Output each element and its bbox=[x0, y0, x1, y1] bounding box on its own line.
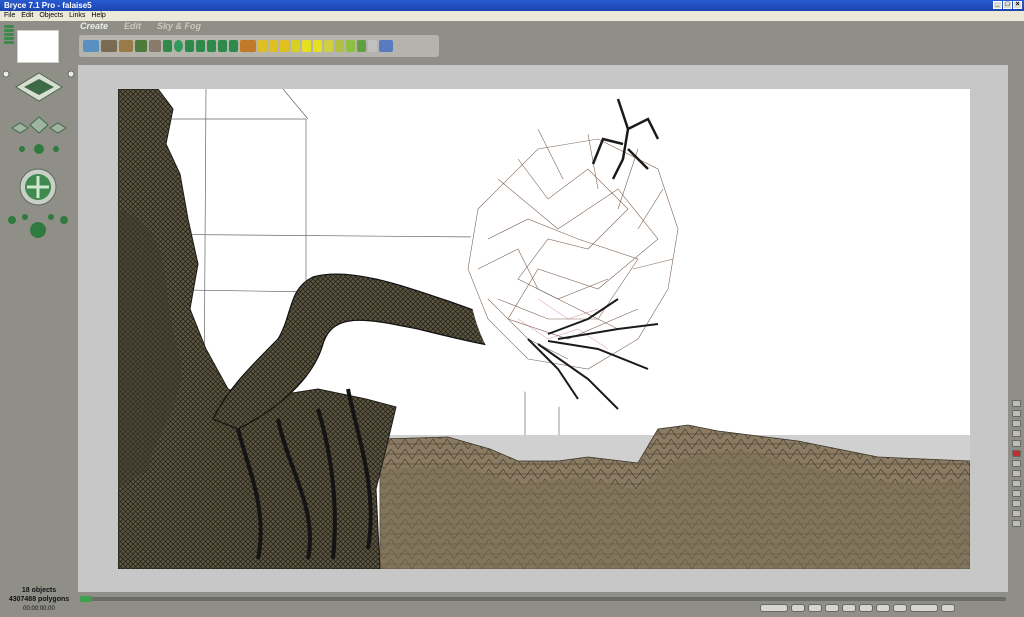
options-icon[interactable] bbox=[1011, 520, 1021, 527]
scene-render bbox=[118, 89, 970, 569]
menu-bar: File Edit Objects Links Help bbox=[0, 11, 1024, 21]
remove-key-button[interactable] bbox=[808, 604, 822, 612]
cone-light-icon[interactable] bbox=[324, 40, 333, 52]
disc-icon[interactable] bbox=[229, 40, 238, 52]
options-button[interactable] bbox=[941, 604, 955, 612]
radial-light-icon[interactable] bbox=[258, 40, 267, 52]
window-title-bar: Bryce 7.1 Pro - falaise5 _ □ × bbox=[0, 0, 1024, 11]
animation-timeline[interactable] bbox=[80, 596, 1006, 602]
slider-tick bbox=[4, 33, 14, 36]
time-display: 00:00:00.00 bbox=[23, 606, 55, 612]
menu-file[interactable]: File bbox=[4, 11, 15, 21]
background-toggle-icon[interactable] bbox=[1011, 450, 1021, 457]
menu-help[interactable]: Help bbox=[91, 11, 105, 21]
pan-control-icon[interactable] bbox=[11, 116, 67, 154]
memory-dots-button[interactable] bbox=[910, 604, 938, 612]
close-button[interactable]: × bbox=[1013, 1, 1022, 9]
texture-toggle-icon[interactable] bbox=[1011, 440, 1021, 447]
path-object-icon[interactable] bbox=[346, 40, 355, 52]
tab-create[interactable]: Create bbox=[80, 21, 108, 33]
spotlight-icon[interactable] bbox=[269, 40, 278, 52]
ribbon-icon[interactable] bbox=[357, 40, 366, 52]
rock-icon[interactable] bbox=[149, 40, 161, 52]
tree-foliage bbox=[467, 128, 688, 409]
slider-tick bbox=[4, 41, 14, 44]
eraser-tool-icon[interactable] bbox=[1011, 410, 1021, 417]
view-slider[interactable] bbox=[4, 25, 16, 49]
add-key-button[interactable] bbox=[791, 604, 805, 612]
slider-tick bbox=[4, 25, 14, 28]
camera-controls bbox=[2, 70, 75, 238]
animation-controls bbox=[760, 604, 955, 613]
slider-tick bbox=[4, 29, 14, 32]
nano-preview[interactable] bbox=[17, 30, 59, 63]
import-icon[interactable] bbox=[368, 40, 377, 52]
right-tool-column bbox=[1010, 400, 1022, 580]
window-controls: _ □ × bbox=[993, 1, 1022, 9]
zoom-control-icon[interactable] bbox=[8, 214, 68, 238]
tab-sky-fog[interactable]: Sky & Fog bbox=[157, 21, 201, 33]
menu-objects[interactable]: Objects bbox=[39, 11, 63, 21]
tree-icon[interactable] bbox=[135, 40, 147, 52]
cylinder-light-icon[interactable] bbox=[313, 40, 322, 52]
maximize-button[interactable]: □ bbox=[1003, 1, 1012, 9]
depth-cue-icon[interactable] bbox=[1011, 480, 1021, 487]
scene-viewport[interactable] bbox=[118, 89, 970, 569]
water-plane-icon[interactable] bbox=[83, 40, 99, 52]
tab-edit[interactable]: Edit bbox=[124, 21, 141, 33]
top-view-icon[interactable] bbox=[1011, 510, 1021, 517]
boxes-only-icon[interactable] bbox=[1011, 490, 1021, 497]
cube-icon[interactable] bbox=[196, 40, 205, 52]
symmetrical-lattice-icon[interactable] bbox=[163, 40, 172, 52]
play-button[interactable] bbox=[842, 604, 856, 612]
stop-button[interactable] bbox=[859, 604, 873, 612]
square-light-icon[interactable] bbox=[280, 40, 289, 52]
brush-tool-icon[interactable] bbox=[1011, 400, 1021, 407]
menu-edit[interactable]: Edit bbox=[21, 11, 33, 21]
trackball-icon[interactable] bbox=[19, 168, 57, 206]
minimize-button[interactable]: _ bbox=[993, 1, 1002, 9]
figure-icon[interactable] bbox=[240, 40, 256, 52]
timeline-scrubber[interactable] bbox=[80, 596, 92, 602]
plop-render-icon[interactable] bbox=[1011, 430, 1021, 437]
camera-icon[interactable] bbox=[379, 40, 393, 52]
object-count: 18 objects bbox=[21, 587, 57, 594]
sphere-light-icon[interactable] bbox=[302, 40, 311, 52]
sphere-icon[interactable] bbox=[174, 40, 183, 52]
rewind-button[interactable] bbox=[825, 604, 839, 612]
torus-icon[interactable] bbox=[185, 40, 194, 52]
shadow-icon[interactable] bbox=[1011, 470, 1021, 477]
end-button[interactable] bbox=[893, 604, 907, 612]
polygon-count: 4307488 polygons bbox=[8, 596, 70, 603]
cone-icon[interactable] bbox=[207, 40, 216, 52]
menu-links[interactable]: Links bbox=[69, 11, 85, 21]
wireframe-icon[interactable] bbox=[1011, 460, 1021, 467]
pyramid-icon[interactable] bbox=[218, 40, 227, 52]
render-mode-icon[interactable] bbox=[1011, 420, 1021, 427]
camera-view-icon[interactable] bbox=[1011, 500, 1021, 507]
key-frame-button[interactable] bbox=[760, 604, 788, 612]
forward-button[interactable] bbox=[876, 604, 890, 612]
infinite-plane-icon[interactable] bbox=[101, 40, 117, 52]
create-toolbar bbox=[79, 35, 439, 57]
slider-tick bbox=[4, 37, 14, 40]
view-control-icon[interactable] bbox=[2, 70, 75, 102]
terrain-icon[interactable] bbox=[119, 40, 133, 52]
palette-tabs: Create Edit Sky & Fog bbox=[80, 21, 201, 33]
parallel-light-icon[interactable] bbox=[291, 40, 300, 52]
window-title: Bryce 7.1 Pro - falaise5 bbox=[4, 1, 92, 10]
path-icon[interactable] bbox=[335, 40, 344, 52]
